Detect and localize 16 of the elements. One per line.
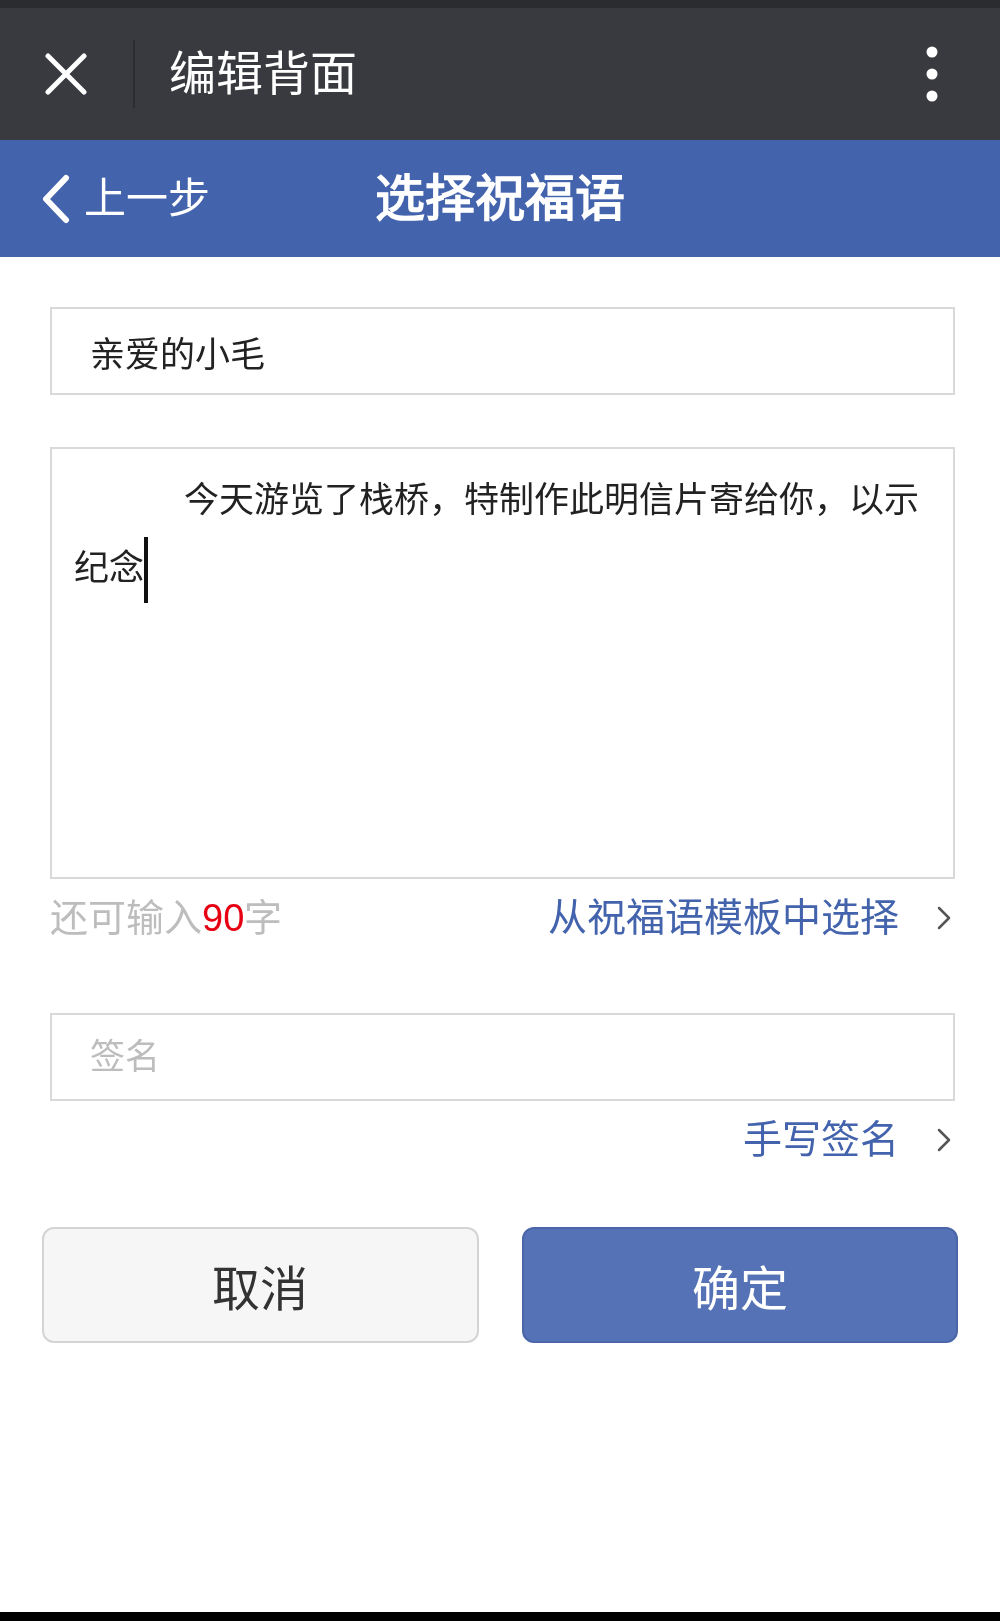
confirm-button[interactable]: 确定 [521, 1227, 958, 1343]
close-icon[interactable] [45, 53, 87, 95]
handwriting-link[interactable]: 手写签名 [743, 1115, 955, 1165]
message-field[interactable]: 今天游览了栈桥，特制作此明信片寄给你，以示纪念 [50, 447, 955, 879]
cancel-button[interactable]: 取消 [42, 1227, 479, 1343]
back-button[interactable]: 上一步 [40, 172, 210, 225]
template-link[interactable]: 从祝福语模板中选择 [548, 893, 955, 943]
chevron-right-icon [937, 1128, 951, 1152]
window-title: 编辑背面 [169, 46, 357, 102]
signature-field[interactable]: 签名 [50, 1013, 955, 1101]
recipient-field[interactable]: 亲爱的小毛 [50, 307, 955, 395]
chevron-left-icon [40, 173, 70, 224]
remaining-count-text: 还可输入90字 [50, 895, 283, 942]
page-title: 选择祝福语 [375, 168, 625, 229]
chevron-right-icon [937, 906, 951, 930]
more-menu-icon[interactable] [926, 46, 938, 102]
